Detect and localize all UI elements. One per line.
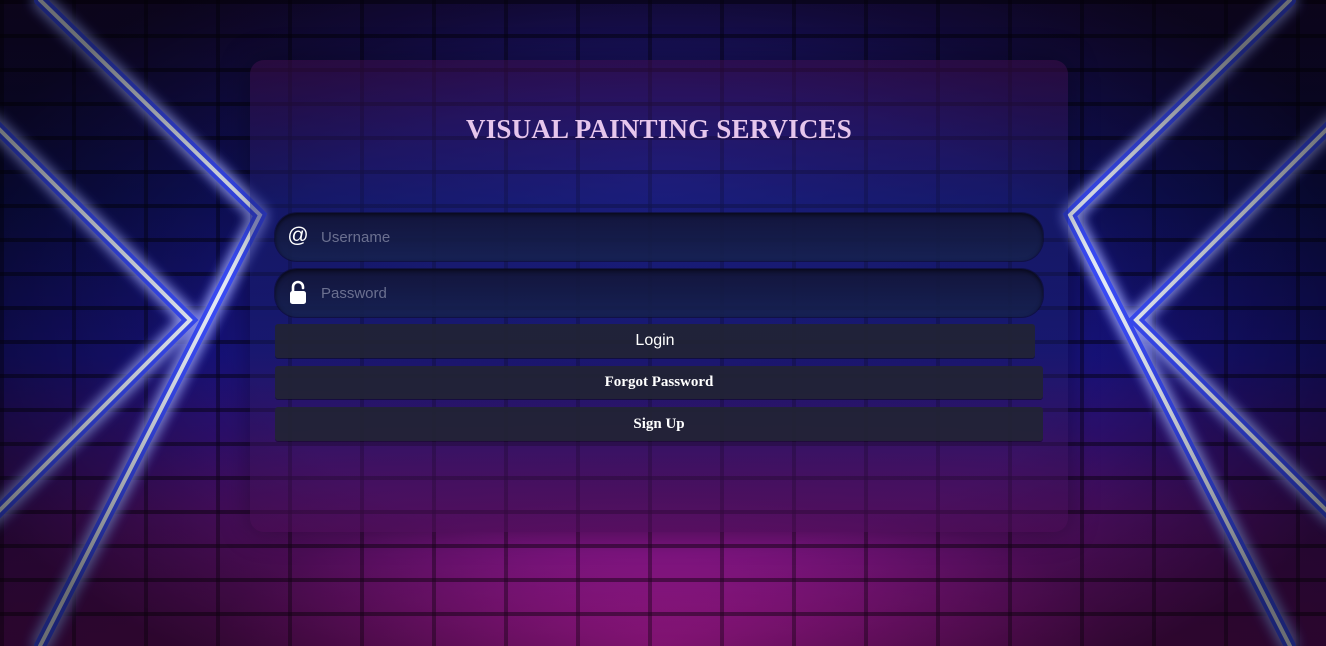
password-field	[275, 269, 1043, 317]
sign-up-button[interactable]: Sign Up	[275, 407, 1043, 441]
page-title: VISUAL PAINTING SERVICES	[466, 114, 852, 144]
forgot-password-button[interactable]: Forgot Password	[275, 366, 1043, 399]
username-input[interactable]	[321, 213, 1021, 261]
password-input[interactable]	[321, 269, 1021, 317]
at-sign-icon: @	[287, 224, 309, 247]
login-button[interactable]: Login	[275, 324, 1035, 358]
username-field: @	[275, 213, 1043, 261]
lock-icon	[287, 279, 309, 307]
